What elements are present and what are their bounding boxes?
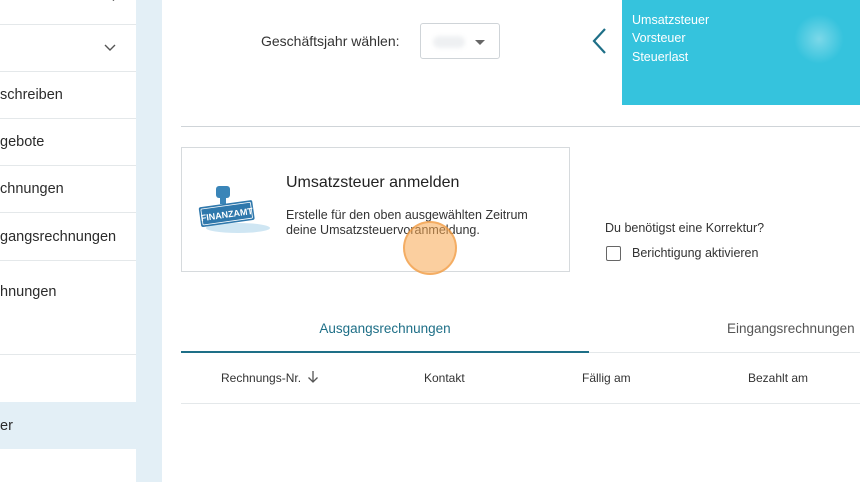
chevron-right-icon: ›: [112, 0, 116, 5]
tab-label: Eingangsrechnungen: [727, 321, 855, 336]
sidebar-item-7[interactable]: hnungen: [0, 261, 136, 355]
finanzamt-stamp-icon: FINANZAMT: [198, 186, 270, 233]
sidebar-item-label: gangsrechnungen: [0, 228, 117, 245]
column-contact[interactable]: Kontakt: [424, 371, 465, 385]
sidebar-item-2[interactable]: [0, 25, 136, 72]
summary-line-sales-tax: Umsatzsteuer: [632, 13, 710, 27]
tax-filing-card[interactable]: FINANZAMT Umsatzsteuer anmelden Erstelle…: [181, 147, 570, 272]
sidebar-item-label: hnungen: [0, 284, 57, 300]
sidebar-item-6[interactable]: gangsrechnungen: [0, 213, 136, 261]
sidebar-item-label: schreiben: [0, 87, 63, 103]
sort-down-icon[interactable]: [307, 370, 319, 384]
sidebar-item-8[interactable]: [0, 355, 136, 402]
sidebar-item-5[interactable]: chnungen: [0, 166, 136, 213]
tax-card-desc-line1: Erstelle für den oben ausgewählten Zeitr…: [286, 208, 528, 222]
tax-card-title: Umsatzsteuer anmelden: [286, 174, 460, 191]
sidebar-item-active[interactable]: er: [0, 402, 136, 449]
chevron-left-icon[interactable]: [588, 26, 612, 56]
fiscal-year-label: Geschäftsjahr wählen:: [261, 33, 400, 49]
column-invoice-number[interactable]: Rechnungs-Nr.: [221, 371, 301, 385]
section-divider: [181, 126, 860, 127]
sidebar: › schreiben gebote chnungen gangsrechnun…: [0, 0, 136, 482]
sidebar-item-label: er: [0, 417, 13, 434]
fiscal-year-value: [433, 36, 465, 48]
card-glow: [794, 14, 844, 64]
tab-label: Ausgangsrechnungen: [319, 321, 451, 336]
sidebar-item-3[interactable]: schreiben: [0, 72, 136, 119]
correction-checkbox-label[interactable]: Berichtigung aktivieren: [632, 246, 758, 260]
sidebar-item-label: gebote: [0, 134, 45, 150]
sidebar-item-label: chnungen: [0, 181, 64, 197]
caret-down-icon: [475, 40, 485, 45]
table-header: Rechnungs-Nr. Kontakt Fällig am Bezahlt …: [181, 353, 860, 404]
main-content: Geschäftsjahr wählen: Umsatzsteuer Vorst…: [162, 0, 860, 482]
tab-incoming-invoices[interactable]: Eingangsrechnungen: [589, 305, 860, 353]
column-paid-date[interactable]: Bezahlt am: [748, 371, 808, 385]
summary-line-input-tax: Vorsteuer: [632, 31, 686, 45]
sidebar-strip: [136, 0, 162, 482]
tab-outgoing-invoices[interactable]: Ausgangsrechnungen: [181, 305, 589, 353]
tax-summary-card: Umsatzsteuer Vorsteuer Steuerlast: [622, 0, 860, 105]
sidebar-item-1[interactable]: ›: [0, 0, 136, 25]
cursor-click-indicator: [403, 221, 457, 275]
summary-line-tax-burden: Steuerlast: [632, 50, 689, 64]
sidebar-item-4[interactable]: gebote: [0, 119, 136, 166]
column-due-date[interactable]: Fällig am: [582, 371, 631, 385]
fiscal-year-select[interactable]: [420, 23, 500, 59]
chevron-down-icon: [104, 44, 116, 51]
correction-checkbox[interactable]: [606, 246, 621, 261]
correction-question: Du benötigst eine Korrektur?: [605, 221, 765, 235]
